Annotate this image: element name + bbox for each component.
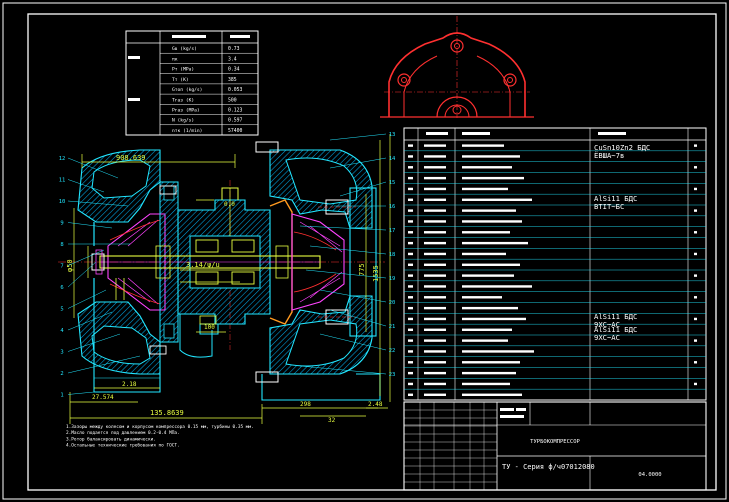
param-value: 3.4 bbox=[228, 56, 237, 62]
note-line: 2.Масло подается под давлением 0.2-0.4 М… bbox=[66, 430, 180, 436]
param-value: 0.123 bbox=[228, 107, 243, 113]
param-label: Tгаз (K) bbox=[172, 97, 194, 103]
param-label: πк bbox=[172, 57, 178, 62]
note-line: 1.Зазоры между колесом и корпусом компре… bbox=[66, 423, 254, 430]
turbocharger-section bbox=[58, 141, 385, 401]
balloon-right: 21 bbox=[389, 324, 396, 330]
balloon-right: 18 bbox=[389, 252, 396, 258]
dim-bot-r2: 32 bbox=[328, 417, 336, 424]
dim-bottom: 135.8639 bbox=[150, 409, 184, 417]
param-label: Tт (K) bbox=[172, 77, 189, 83]
balloon-left: 12 bbox=[59, 156, 66, 162]
inner-frame bbox=[27, 13, 717, 491]
balloon-left: 10 bbox=[59, 199, 66, 205]
param-label: nтк (1/min) bbox=[172, 128, 202, 134]
param-label: N (kg/s) bbox=[172, 118, 194, 124]
param-label: Gтоп (kg/s) bbox=[172, 87, 202, 93]
balloon-right: 22 bbox=[389, 348, 396, 354]
balloon-right: 23 bbox=[389, 372, 396, 378]
title-block: ТУРБОКОМПРЕССОР ТУ - Серия ф/ч07012080 0… bbox=[403, 401, 707, 491]
dim-right-1: 775 bbox=[358, 263, 366, 276]
material-entry: ВТІТ~БС bbox=[594, 202, 624, 211]
dim-right-2: 1535 bbox=[372, 265, 380, 282]
drawing-designation: ТУ - Серия ф/ч07012080 bbox=[502, 463, 595, 471]
material-entry: ЁВША~7в bbox=[594, 151, 624, 160]
param-label: Gв (kg/s) bbox=[172, 46, 197, 52]
balloon-left: 2 bbox=[60, 371, 63, 377]
dim-100: 100 bbox=[204, 324, 215, 331]
param-label: Pгаз (MPa) bbox=[172, 107, 200, 113]
param-value: 0.34 bbox=[228, 67, 240, 73]
dim-left-mid: 2.18 bbox=[122, 381, 137, 388]
balloon-left: 4 bbox=[60, 328, 64, 334]
drawing-title: ТУРБОКОМПРЕССОР bbox=[530, 439, 580, 445]
param-label: Pт (MPa) bbox=[172, 67, 194, 73]
balloon-right: 16 bbox=[389, 204, 396, 210]
balloon-right: 15 bbox=[389, 180, 396, 186]
note-line: 4.Остальные технические требования по ГО… bbox=[66, 442, 180, 449]
dim-small: 0.0 bbox=[224, 201, 235, 208]
dim-bot-r3: 2.48 bbox=[368, 401, 383, 408]
parameter-table: Gв (kg/s) 0.73 πк 3.4 Pт (MPa) 0.34 Tт (K) 385 G… bbox=[125, 30, 259, 136]
dim-bot-r1: 298 bbox=[300, 401, 311, 408]
technical-notes: 1.Зазоры между колесом и корпусом компре… bbox=[66, 423, 254, 449]
balloon-right: 19 bbox=[389, 276, 396, 282]
balloon-left: 6 bbox=[60, 285, 63, 291]
balloon-right: 17 bbox=[389, 228, 396, 234]
param-value: 0.597 bbox=[228, 118, 243, 124]
balloon-left: 8 bbox=[60, 242, 63, 248]
parts-list: CuSn10Zn2 БДСЁВША~7вAlSi11 БДСВТІТ~БСAlS… bbox=[403, 127, 707, 401]
balloon-right: 14 bbox=[389, 156, 396, 162]
balloon-left: 1 bbox=[60, 393, 63, 399]
param-value: 57400 bbox=[228, 128, 243, 134]
dim-phi: φ50 bbox=[66, 259, 74, 272]
material-entry: 9ХС~АС bbox=[594, 333, 620, 342]
balloon-left: 9 bbox=[60, 221, 63, 227]
param-value: 0.73 bbox=[228, 46, 240, 52]
param-value: 385 bbox=[228, 77, 237, 83]
param-value: 500 bbox=[228, 97, 237, 103]
sheet-number: 04.0000 bbox=[638, 472, 661, 478]
balloon-left: 5 bbox=[60, 307, 63, 313]
note-line: 3.Ротор балансировать динамически. bbox=[66, 435, 156, 442]
balloon-left: 3 bbox=[60, 350, 63, 356]
flange-view bbox=[380, 16, 534, 118]
dim-center: 3.14/ψ/u bbox=[186, 261, 220, 269]
balloon-right: 20 bbox=[389, 300, 396, 306]
balloon-left: 11 bbox=[59, 178, 66, 184]
dim-top: 908.639 bbox=[116, 154, 146, 162]
drawing-canvas: Gв (kg/s) 0.73πк 3.4Pт (MPa) 0.34Tт (K) 385G… bbox=[2, 2, 727, 500]
balloon-right: 13 bbox=[389, 132, 396, 138]
parameter-rows: Gв (kg/s) 0.73 πк 3.4 Pт (MPa) 0.34 Tт (K) 385 G… bbox=[160, 46, 258, 134]
balloon-left: 7 bbox=[60, 264, 63, 270]
dim-left-lower: 27.574 bbox=[92, 394, 114, 401]
param-value: 0.053 bbox=[228, 87, 243, 93]
